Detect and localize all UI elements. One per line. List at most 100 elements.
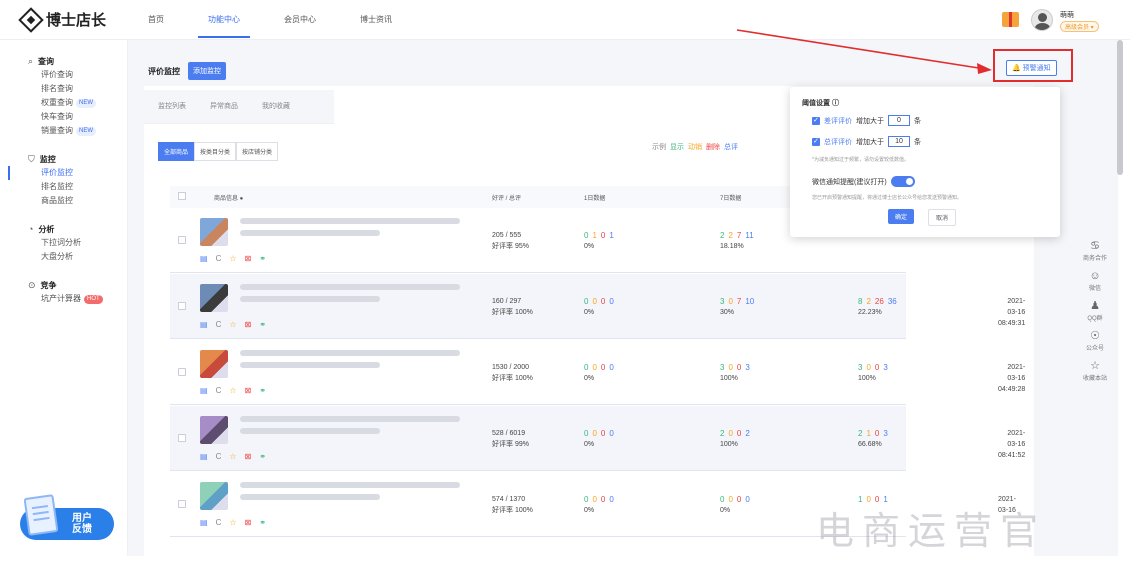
refresh-icon[interactable]: C: [216, 452, 222, 461]
refresh-icon[interactable]: C: [216, 518, 222, 527]
detail-icon[interactable]: ▤: [200, 518, 208, 527]
cancel-button[interactable]: 取消: [928, 209, 957, 226]
row-checkbox[interactable]: [178, 368, 186, 376]
link-icon[interactable]: ⚭: [259, 320, 266, 329]
table-row[interactable]: ▤ C ☆ ⊠ ⚭ 1530 / 2000 好评率 100% 0 0 0 0 0% 3 0 0 3 100% 3 0…: [170, 340, 1025, 405]
favorite-icon[interactable]: ☆: [229, 320, 236, 329]
sidebar-item[interactable]: 坑产计算器 HOT: [8, 292, 127, 306]
legend-show: 显示: [670, 144, 684, 151]
member-badge[interactable]: 高级会员 ▾: [1060, 21, 1099, 32]
sidebar-head[interactable]: ⛉ 监控: [8, 152, 127, 166]
wechat-note: 您已开启预警通知提醒，将通过博士店长公众号给您发送预警通知。: [812, 195, 963, 201]
sidebar-item[interactable]: 商品监控: [8, 194, 127, 208]
add-monitor-button[interactable]: 添加监控: [188, 62, 226, 80]
popup-title: 阈值设置 ⓘ: [802, 100, 839, 107]
refresh-icon[interactable]: C: [216, 386, 222, 395]
favorite-icon[interactable]: ☆: [229, 518, 236, 527]
nav-member-center[interactable]: 会员中心: [284, 0, 316, 40]
sidebar-item-label: 坑产计算器: [41, 294, 81, 303]
sidebar-item[interactable]: 快车查询: [8, 110, 127, 124]
table-row[interactable]: ▤ C ☆ ⊠ ⚭ 160 / 297 好评率 100% 0 0 0 0 0% 3 0 7 10 30% 8 2 26…: [170, 274, 1025, 339]
right-toolbar-item[interactable]: ☆ 收藏本站: [1075, 360, 1115, 382]
sidebar-item[interactable]: 评价监控: [8, 166, 127, 180]
product-title-blurred: [240, 494, 380, 500]
nav-function-center[interactable]: 功能中心: [198, 0, 250, 40]
sidebar-item[interactable]: 排名查询: [8, 82, 127, 96]
bad-review-checkbox[interactable]: ✓: [812, 116, 820, 125]
row-checkbox[interactable]: [178, 500, 186, 508]
right-toolbar-item[interactable]: ♋ 商务合作: [1075, 240, 1115, 262]
alert-notify-highlight: 🔔 预警通知: [993, 49, 1073, 82]
avatar[interactable]: [1031, 9, 1053, 31]
right-toolbar-item[interactable]: ☉ 公众号: [1075, 330, 1115, 352]
link-icon[interactable]: ⚭: [259, 254, 266, 263]
row-checkbox[interactable]: [178, 236, 186, 244]
sidebar-item[interactable]: 权重查询 NEW: [8, 96, 127, 110]
total-review-checkbox[interactable]: ✓: [812, 137, 820, 146]
sidebar-item[interactable]: 下拉词分析: [8, 236, 127, 250]
delete-icon[interactable]: ⊠: [245, 386, 252, 395]
delete-icon[interactable]: ⊠: [245, 518, 252, 527]
link-icon[interactable]: ⚭: [259, 518, 266, 527]
brand-logo[interactable]: 博士店长: [18, 6, 106, 33]
detail-icon[interactable]: ▤: [200, 386, 208, 395]
sidebar-head[interactable]: ⌕ 查询: [8, 54, 127, 68]
refresh-icon[interactable]: C: [216, 254, 222, 263]
refresh-icon[interactable]: C: [216, 320, 222, 329]
delete-icon[interactable]: ⊠: [245, 254, 252, 263]
filter-all[interactable]: 全部商品: [158, 142, 195, 161]
product-thumbnail[interactable]: [200, 482, 228, 510]
product-thumbnail[interactable]: [200, 284, 228, 312]
select-all-checkbox[interactable]: [178, 192, 186, 200]
product-thumbnail[interactable]: [200, 218, 228, 246]
product-thumbnail[interactable]: [200, 350, 228, 378]
product-thumbnail[interactable]: [200, 416, 228, 444]
stat-percent: 30%: [720, 309, 735, 316]
sidebar-item[interactable]: 排名监控: [8, 180, 127, 194]
cooperate-icon: ♋: [1090, 240, 1100, 252]
confirm-button[interactable]: 确定: [888, 209, 915, 224]
stat-value: 2: [745, 429, 750, 438]
table-row[interactable]: ▤ C ☆ ⊠ ⚭ 528 / 6019 好评率 99% 0 0 0 0 0% 2 0 0 2 100% 2 1 0 3…: [170, 406, 1025, 471]
favorite-icon[interactable]: ☆: [229, 386, 236, 395]
row-checkbox[interactable]: [178, 302, 186, 310]
gift-icon[interactable]: [1002, 12, 1019, 27]
detail-icon[interactable]: ▤: [200, 320, 208, 329]
sidebar-item-label: 下拉词分析: [41, 238, 81, 247]
watermark: 电商运营官: [816, 509, 1047, 553]
delete-icon[interactable]: ⊠: [245, 320, 252, 329]
filter-group: 全部商品 按类目分类 按店铺分类: [158, 142, 279, 161]
detail-icon[interactable]: ▤: [200, 254, 208, 263]
tab-favorites[interactable]: 我的收藏: [262, 90, 290, 123]
alert-notify-button[interactable]: 🔔 预警通知: [1006, 60, 1057, 76]
right-toolbar-item[interactable]: ☺ 微信: [1075, 270, 1115, 292]
table-row[interactable]: ▤ C ☆ ⊠ ⚭ 574 / 1370 好评率 100% 0 0 0 0 0% 0 0 0 0 0% 1 0 0 1 2…: [170, 472, 1016, 537]
link-icon[interactable]: ⚭: [259, 452, 266, 461]
delete-icon[interactable]: ⊠: [245, 452, 252, 461]
filter-shop[interactable]: 按店铺分类: [236, 142, 279, 161]
total-review-input[interactable]: 10: [888, 136, 910, 147]
sidebar-item[interactable]: 大盘分析: [8, 250, 127, 264]
favorite-icon[interactable]: ☆: [229, 254, 236, 263]
feedback-button[interactable]: 用户 反馈: [20, 494, 114, 540]
filter-category[interactable]: 按类目分类: [194, 142, 237, 161]
tab-abnormal[interactable]: 异常商品: [210, 90, 238, 123]
rating-cell: 160 / 297 好评率 100%: [492, 296, 533, 318]
sidebar-item[interactable]: 销量查询 NEW: [8, 124, 127, 138]
favorite-icon[interactable]: ☆: [229, 452, 236, 461]
nav-news[interactable]: 博士资讯: [360, 0, 392, 40]
sidebar-item-label: 排名查询: [41, 84, 73, 93]
row-checkbox[interactable]: [178, 434, 186, 442]
detail-icon[interactable]: ▤: [200, 452, 208, 461]
bad-review-input[interactable]: 0: [888, 115, 910, 126]
sidebar-item[interactable]: 评价查询: [8, 68, 127, 82]
tab-monitor-list[interactable]: 监控列表: [158, 90, 186, 123]
nav-home[interactable]: 首页: [148, 0, 164, 40]
sidebar-head[interactable]: ⊙ 竞争: [8, 278, 127, 292]
sidebar-head-label: 查询: [38, 56, 55, 66]
wechat-notify-toggle[interactable]: [890, 176, 915, 187]
right-toolbar-item[interactable]: ♟ QQ群: [1075, 300, 1115, 322]
link-icon[interactable]: ⚭: [259, 386, 266, 395]
sidebar-head[interactable]: ◔ 分析: [8, 222, 127, 236]
scrollbar[interactable]: [1117, 40, 1123, 175]
